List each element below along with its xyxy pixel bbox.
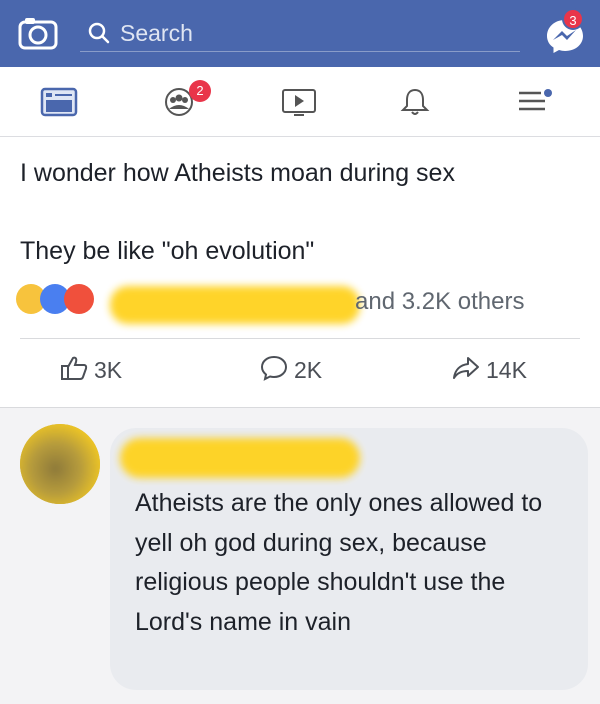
redacted-commenter-name: [120, 438, 360, 478]
post-text-line-2: They be like "oh evolution": [20, 237, 315, 265]
camera-icon[interactable]: [18, 16, 58, 50]
redacted-names: [110, 286, 360, 324]
news-feed-icon[interactable]: [40, 87, 78, 117]
search-placeholder: Search: [120, 20, 193, 46]
top-bar: Search 3: [0, 0, 600, 67]
reactions-others-text: and 3.2K others: [355, 288, 525, 315]
menu-icon[interactable]: [515, 87, 553, 117]
post-text-line-1: I wonder how Atheists moan during sex: [20, 159, 455, 187]
comment-text: Atheists are the only ones allowed to ye…: [135, 489, 543, 636]
notifications-bell-icon[interactable]: [396, 87, 434, 117]
watch-video-icon[interactable]: [280, 87, 318, 117]
search-icon: [88, 22, 110, 44]
nav-row: 2: [0, 67, 600, 137]
thumbs-up-icon: [61, 356, 88, 380]
share-icon: [453, 357, 479, 379]
love-reaction-icon: [64, 284, 94, 314]
search-bar[interactable]: Search: [80, 16, 520, 52]
comment-icon: [260, 355, 288, 381]
commenter-avatar[interactable]: [20, 424, 100, 504]
comment-count: 2K: [294, 357, 323, 383]
like-count: 3K: [94, 357, 123, 383]
messenger-badge: 3: [562, 8, 584, 30]
groups-badge: 2: [189, 80, 211, 102]
share-count: 14K: [486, 357, 527, 383]
post-actions: 3K 2K 14K: [20, 338, 580, 400]
